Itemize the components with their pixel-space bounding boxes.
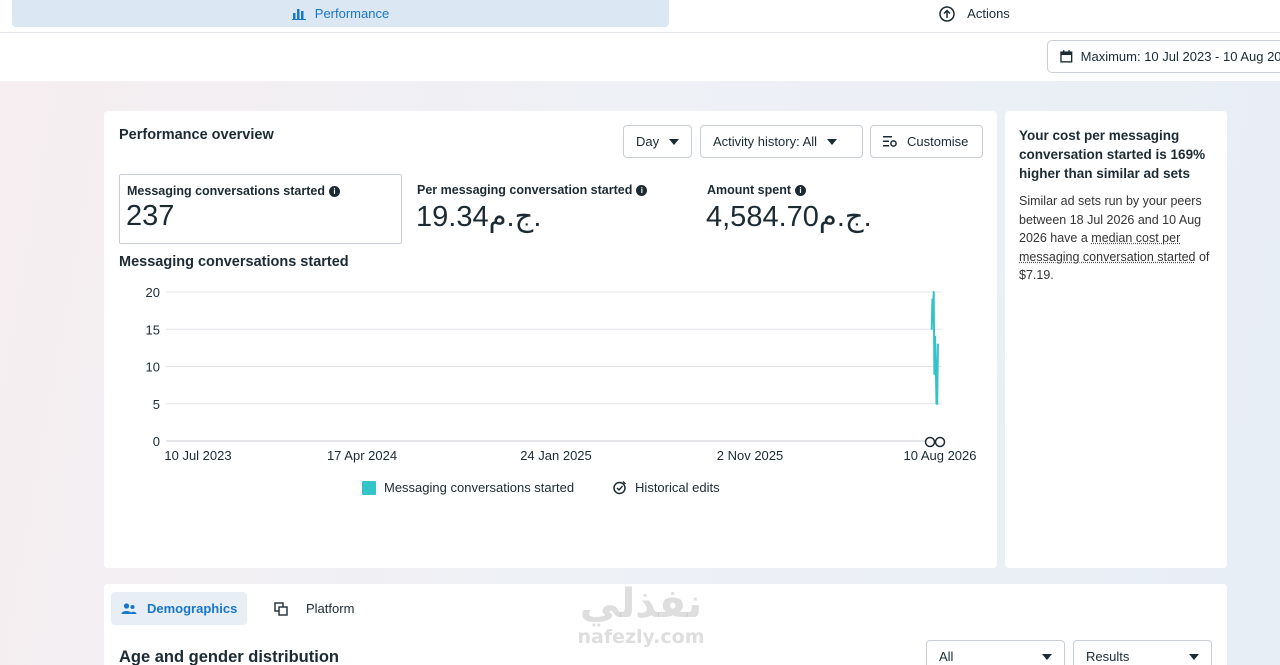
people-icon bbox=[121, 603, 137, 614]
data-point bbox=[936, 402, 938, 405]
caret-down-icon bbox=[827, 138, 838, 145]
customise-label: Customise bbox=[907, 134, 969, 149]
tab-actions[interactable]: Actions bbox=[669, 0, 1280, 27]
metric-cost-per-conversation[interactable]: Per messaging conversation started i 19.… bbox=[410, 174, 693, 244]
data-point bbox=[932, 291, 935, 293]
y-tick-label: 0 bbox=[153, 434, 160, 449]
tab-platform[interactable]: Platform bbox=[264, 592, 364, 625]
data-point bbox=[933, 373, 936, 375]
activity-history-label: Activity history: All bbox=[713, 134, 818, 149]
metric-cost-label: Per messaging conversation started bbox=[417, 183, 633, 197]
activity-history-dropdown[interactable]: Activity history: All bbox=[700, 125, 863, 158]
customise-button[interactable]: Customise bbox=[870, 125, 983, 158]
tab-performance[interactable]: Performance bbox=[12, 0, 669, 27]
x-tick-label: 17 Apr 2024 bbox=[327, 448, 397, 463]
metric-conversations-label: Messaging conversations started bbox=[127, 184, 325, 198]
data-point bbox=[935, 365, 937, 368]
filter-all-dropdown[interactable]: All bbox=[926, 640, 1065, 665]
chart-legend: Messaging conversations started Historic… bbox=[362, 480, 720, 495]
tab-demographics-label: Demographics bbox=[147, 601, 238, 616]
age-gender-title: Age and gender distribution bbox=[119, 648, 340, 665]
data-point bbox=[934, 335, 936, 338]
x-tick-label: 2 Nov 2025 bbox=[717, 448, 784, 463]
metric-spent-value: 4,584.70ج.م. bbox=[706, 201, 872, 233]
data-point bbox=[937, 343, 939, 345]
arrow-up-circle-icon bbox=[939, 5, 955, 22]
date-range-button[interactable]: Maximum: 10 Jul 2023 - 10 Aug 2026 bbox=[1047, 40, 1280, 73]
metric-conversations-value: 237 bbox=[126, 200, 175, 232]
x-tick-label: 24 Jan 2025 bbox=[520, 448, 592, 463]
filter-results-label: Results bbox=[1086, 649, 1130, 664]
copy-icon bbox=[274, 601, 288, 616]
y-tick-label: 20 bbox=[146, 285, 160, 300]
customise-icon bbox=[883, 136, 897, 147]
history-edit-icon bbox=[613, 481, 627, 495]
data-point bbox=[931, 298, 934, 301]
y-tick-label: 10 bbox=[146, 360, 160, 375]
performance-overview-title: Performance overview bbox=[119, 127, 274, 143]
top-tabs: Performance Actions bbox=[0, 0, 1280, 33]
tab-demographics[interactable]: Demographics bbox=[111, 592, 248, 625]
y-tick-label: 15 bbox=[146, 322, 160, 337]
metric-cost-value: 19.34ج.م. bbox=[416, 201, 542, 233]
performance-overview-card: Performance overview Day Activity histor… bbox=[104, 111, 997, 568]
filter-results-dropdown[interactable]: Results bbox=[1073, 640, 1212, 665]
legend-swatch[interactable] bbox=[362, 480, 376, 495]
demographics-card: Demographics Platform Age and gender dis… bbox=[104, 584, 1227, 665]
insight-title: Your cost per messaging conversation sta… bbox=[1019, 128, 1206, 181]
history-edit-marker bbox=[934, 436, 946, 448]
metric-amount-spent[interactable]: Amount spent i 4,584.70ج.م. bbox=[700, 174, 983, 244]
x-tick-label: 10 Aug 2026 bbox=[903, 448, 976, 463]
info-icon[interactable]: i bbox=[636, 184, 648, 196]
caret-down-icon bbox=[669, 138, 680, 145]
metric-conversations[interactable]: Messaging conversations started i 237 bbox=[119, 174, 402, 244]
series-line bbox=[930, 291, 939, 405]
chart-title: Messaging conversations started bbox=[119, 254, 349, 270]
data-point bbox=[932, 321, 934, 323]
period-dropdown[interactable]: Day bbox=[623, 125, 692, 158]
bar-chart-icon bbox=[291, 9, 306, 20]
period-dropdown-label: Day bbox=[636, 134, 660, 149]
date-range-label: Maximum: 10 Jul 2023 - 10 Aug 2026 bbox=[1080, 49, 1280, 64]
legend-edits-label[interactable]: Historical edits bbox=[635, 480, 720, 495]
calendar-icon bbox=[1060, 50, 1073, 63]
legend-series-label[interactable]: Messaging conversations started bbox=[384, 480, 574, 495]
tab-actions-label: Actions bbox=[967, 6, 1010, 21]
data-point bbox=[930, 328, 933, 331]
filter-all-label: All bbox=[939, 649, 954, 664]
history-edit-marker bbox=[924, 436, 936, 448]
insight-card: Your cost per messaging conversation sta… bbox=[1005, 111, 1227, 568]
info-icon[interactable]: i bbox=[795, 184, 807, 196]
caret-down-icon bbox=[1189, 653, 1199, 660]
tab-performance-label: Performance bbox=[314, 6, 390, 21]
x-tick-label: 10 Jul 2023 bbox=[164, 448, 231, 463]
conversations-line-chart: 0 5 10 15 20 10 Jul 2023 17 Apr 2024 24 Jan 202… bbox=[146, 285, 977, 463]
caret-down-icon bbox=[1042, 653, 1052, 660]
tab-platform-label: Platform bbox=[306, 601, 355, 616]
y-tick-label: 5 bbox=[153, 397, 160, 412]
info-icon[interactable]: i bbox=[328, 185, 340, 197]
insight-text: Similar ad sets run by your peers betwee… bbox=[1019, 192, 1213, 285]
metric-spent-label: Amount spent bbox=[707, 183, 792, 197]
